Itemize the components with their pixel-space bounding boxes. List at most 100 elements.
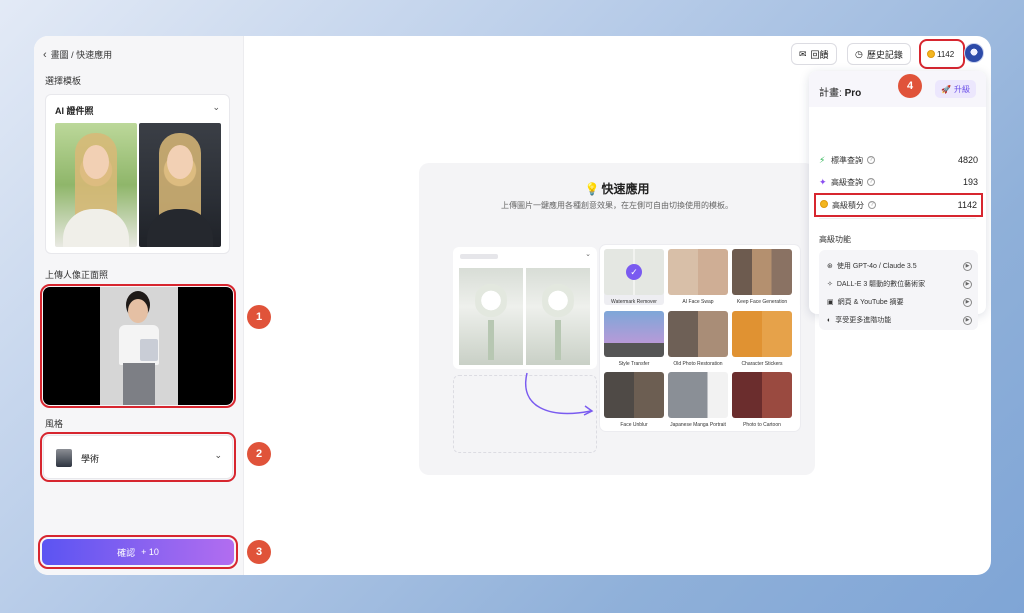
feature-item[interactable]: ◐ 享受更多進階功能 ▶: [827, 312, 972, 328]
style-select[interactable]: 學術 ⌄: [40, 432, 236, 482]
help-icon[interactable]: ?: [868, 201, 876, 209]
feedback-button[interactable]: ✉ 回饋: [791, 43, 837, 65]
feature-label: 享受更多進階功能: [835, 317, 892, 324]
tool-caption: Keep Face Generation: [736, 299, 788, 305]
tool-card[interactable]: Keep Face Generation: [732, 249, 792, 305]
step-marker-1: 1: [247, 305, 271, 329]
avatar[interactable]: [964, 43, 984, 63]
tool-grid: ✓ Watermark Remover AI Face Swap Keep Fac…: [600, 245, 800, 431]
play-icon: ▶: [963, 315, 972, 325]
template-label: 選擇模板: [45, 76, 82, 86]
back-chevron-icon[interactable]: ‹: [43, 49, 47, 61]
tool-caption: Old Photo Restoration: [673, 361, 723, 367]
bolt-icon: ⚡: [819, 154, 826, 165]
plan-popup: 計畫: Pro 🚀 升級 ⚡ 標準查詢 ? 4820 ✦ 高級查詢 ? 193 …: [809, 71, 986, 330]
feature-list: ⊛ 使用 GPT-4o / Claude 3.5 ▶ ✧ DALL-E 3 驅動…: [819, 250, 978, 330]
quick-app-title-text: 快速應用: [601, 182, 650, 196]
credits-value: 1142: [937, 49, 955, 59]
step-marker-3: 3: [247, 540, 271, 564]
upload-portrait-area[interactable]: [40, 284, 236, 408]
template-select[interactable]: AI 證件照 ⌄: [45, 94, 230, 254]
style-value: 學術: [81, 454, 100, 464]
sparkle-bolt-icon: ✦: [819, 176, 827, 187]
tool-caption: Photo to Cartoon: [743, 422, 781, 428]
quick-app-panel: 💡 快速應用 上傳圖片一鍵應用各種創意效果，在左側可自由切換使用的模板。 ⌄ ✓ W…: [419, 163, 815, 475]
step-marker-2: 2: [247, 442, 271, 466]
uploaded-portrait: [100, 287, 178, 405]
breadcrumb-path[interactable]: 畫圖 / 快速應用: [51, 48, 113, 61]
help-icon[interactable]: ?: [867, 178, 875, 186]
feature-item[interactable]: ▣ 網頁 & YouTube 摘要 ▶: [827, 294, 972, 310]
preview-image-after: [526, 268, 590, 365]
tool-card[interactable]: Style Transfer: [604, 311, 664, 367]
tool-card[interactable]: Face Unblur: [604, 372, 664, 428]
upgrade-label: 升級: [953, 84, 970, 94]
tool-caption: Face Unblur: [620, 422, 648, 428]
tool-card[interactable]: Character Stickers: [732, 311, 792, 367]
chevron-down-icon: ⌄: [585, 251, 591, 258]
clock-icon: ◷: [855, 48, 863, 59]
preview-input-card: ⌄: [453, 247, 597, 369]
app-window: ‹ 畫圖 / 快速應用 選擇模板 AI 證件照 ⌄ 上傳人像正面照 風格 學術 …: [34, 36, 991, 575]
upgrade-button[interactable]: 🚀 升級: [935, 80, 976, 98]
check-icon: ✓: [626, 264, 642, 280]
chevron-down-icon: ⌄: [212, 102, 220, 112]
feature-label: 使用 GPT-4o / Claude 3.5: [836, 263, 917, 270]
help-icon[interactable]: ?: [867, 156, 875, 164]
template-sample-before: [55, 123, 137, 247]
history-button[interactable]: ◷ 歷史記錄: [847, 43, 911, 65]
video-icon: ▣: [827, 299, 834, 306]
credits-badge[interactable]: 1142: [919, 39, 965, 69]
template-sample-after: [139, 123, 221, 247]
style-label: 風格: [45, 419, 64, 429]
tool-caption: AI Face Swap: [682, 299, 714, 305]
magic-wand-icon: ✧: [827, 281, 833, 288]
plan-row-label: 高級查詢: [831, 177, 863, 187]
rocket-icon: 🚀: [941, 84, 951, 94]
openai-icon: ⊛: [827, 263, 833, 270]
left-panel: ‹ 畫圖 / 快速應用 選擇模板 AI 證件照 ⌄ 上傳人像正面照 風格 學術 …: [34, 36, 244, 575]
feature-item[interactable]: ✧ DALL-E 3 驅動的數位藝術家 ▶: [827, 276, 972, 292]
upload-label: 上傳人像正面照: [45, 270, 109, 280]
history-label: 歷史記錄: [866, 49, 903, 60]
plan-row-value: 193: [962, 177, 978, 187]
mail-icon: ✉: [799, 48, 807, 59]
planet-icon: ◐: [827, 316, 832, 324]
tool-caption: Style Transfer: [618, 361, 650, 367]
plan-name: Pro: [844, 88, 862, 99]
play-icon: ▶: [963, 297, 972, 307]
lightbulb-icon: 💡: [584, 182, 600, 196]
plan-row-value: 4820: [957, 155, 978, 165]
confirm-label: 確認: [117, 547, 136, 558]
feature-label: DALL-E 3 驅動的數位藝術家: [836, 281, 926, 288]
feedback-label: 回饋: [810, 49, 829, 60]
tool-caption: Watermark Remover: [611, 299, 657, 305]
breadcrumb: ‹ 畫圖 / 快速應用: [43, 48, 112, 61]
coin-icon: [820, 200, 832, 210]
tool-card[interactable]: ✓ Watermark Remover: [604, 249, 664, 305]
coin-icon: [927, 50, 935, 58]
tool-card[interactable]: Photo to Cartoon: [732, 372, 792, 428]
tool-card[interactable]: Japanese Manga Portrait: [668, 372, 728, 428]
feature-item[interactable]: ⊛ 使用 GPT-4o / Claude 3.5 ▶: [827, 258, 972, 274]
quick-app-title: 💡 快速應用: [419, 180, 815, 197]
style-thumbnail: [56, 449, 72, 467]
divider: [819, 218, 976, 219]
quick-app-subtitle: 上傳圖片一鍵應用各種創意效果，在左側可自由切換使用的模板。: [501, 201, 733, 210]
template-value: AI 證件照: [55, 106, 94, 116]
preview-image-before: [459, 268, 523, 365]
advanced-features-label: 高級功能: [819, 235, 851, 244]
plan-row-standard: ⚡ 標準查詢 ? 4820: [819, 151, 978, 169]
plan-title: 計畫: Pro: [819, 84, 861, 99]
chevron-down-icon: ⌄: [214, 450, 222, 460]
tool-card[interactable]: Old Photo Restoration: [668, 311, 728, 367]
play-icon: ▶: [963, 261, 972, 271]
plan-label: 計畫:: [819, 88, 842, 99]
confirm-button[interactable]: 確認 + 10: [38, 535, 238, 569]
plan-row-label: 高級積分: [832, 200, 864, 210]
confirm-cost: + 10: [141, 547, 159, 557]
plan-row-credits: 高級積分 ? 1142: [814, 193, 983, 217]
plan-row-advanced: ✦ 高級查詢 ? 193: [819, 173, 978, 191]
tool-card[interactable]: AI Face Swap: [668, 249, 728, 305]
feature-label: 網頁 & YouTube 摘要: [837, 299, 904, 306]
